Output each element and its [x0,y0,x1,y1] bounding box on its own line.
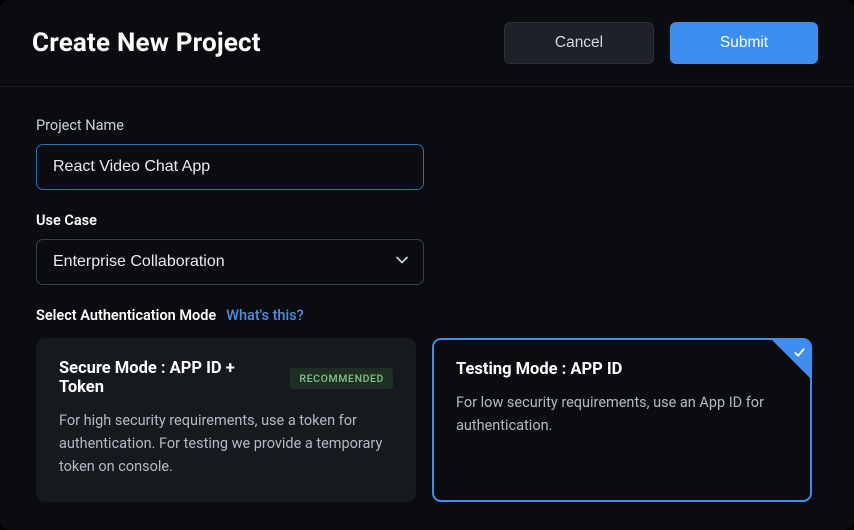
testing-mode-card[interactable]: Testing Mode : APP ID For low security r… [432,338,812,502]
secure-card-desc: For high security requirements, use a to… [59,409,393,479]
use-case-label: Use Case [36,212,818,229]
project-name-input[interactable] [36,144,424,190]
testing-card-head: Testing Mode : APP ID [456,360,788,379]
dialog-header: Create New Project Cancel Submit [0,0,854,87]
secure-card-title: Secure Mode : APP ID + Token [59,359,278,397]
check-icon [793,344,806,363]
project-name-label: Project Name [36,117,818,134]
cancel-button[interactable]: Cancel [504,22,654,64]
dialog-body: Project Name Use Case Enterprise Collabo… [0,87,854,526]
recommended-badge: RECOMMENDED [290,368,393,389]
testing-card-desc: For low security requirements, use an Ap… [456,391,788,437]
submit-button[interactable]: Submit [670,22,818,64]
selected-corner [772,340,810,378]
secure-card-head: Secure Mode : APP ID + Token RECOMMENDED [59,359,393,397]
secure-mode-card[interactable]: Secure Mode : APP ID + Token RECOMMENDED… [36,338,416,502]
project-name-field: Project Name [36,117,818,190]
auth-mode-cards: Secure Mode : APP ID + Token RECOMMENDED… [36,338,818,502]
header-buttons: Cancel Submit [504,22,818,64]
use-case-select-wrap: Enterprise Collaboration [36,239,424,285]
use-case-field: Use Case Enterprise Collaboration [36,212,818,285]
auth-mode-label: Select Authentication Mode [36,307,216,324]
auth-mode-header: Select Authentication Mode What's this? [36,307,818,324]
whats-this-link[interactable]: What's this? [226,307,303,324]
testing-card-title: Testing Mode : APP ID [456,360,622,379]
dialog-title: Create New Project [32,28,261,58]
create-project-dialog: Create New Project Cancel Submit Project… [0,0,854,530]
use-case-select[interactable]: Enterprise Collaboration [36,239,424,285]
